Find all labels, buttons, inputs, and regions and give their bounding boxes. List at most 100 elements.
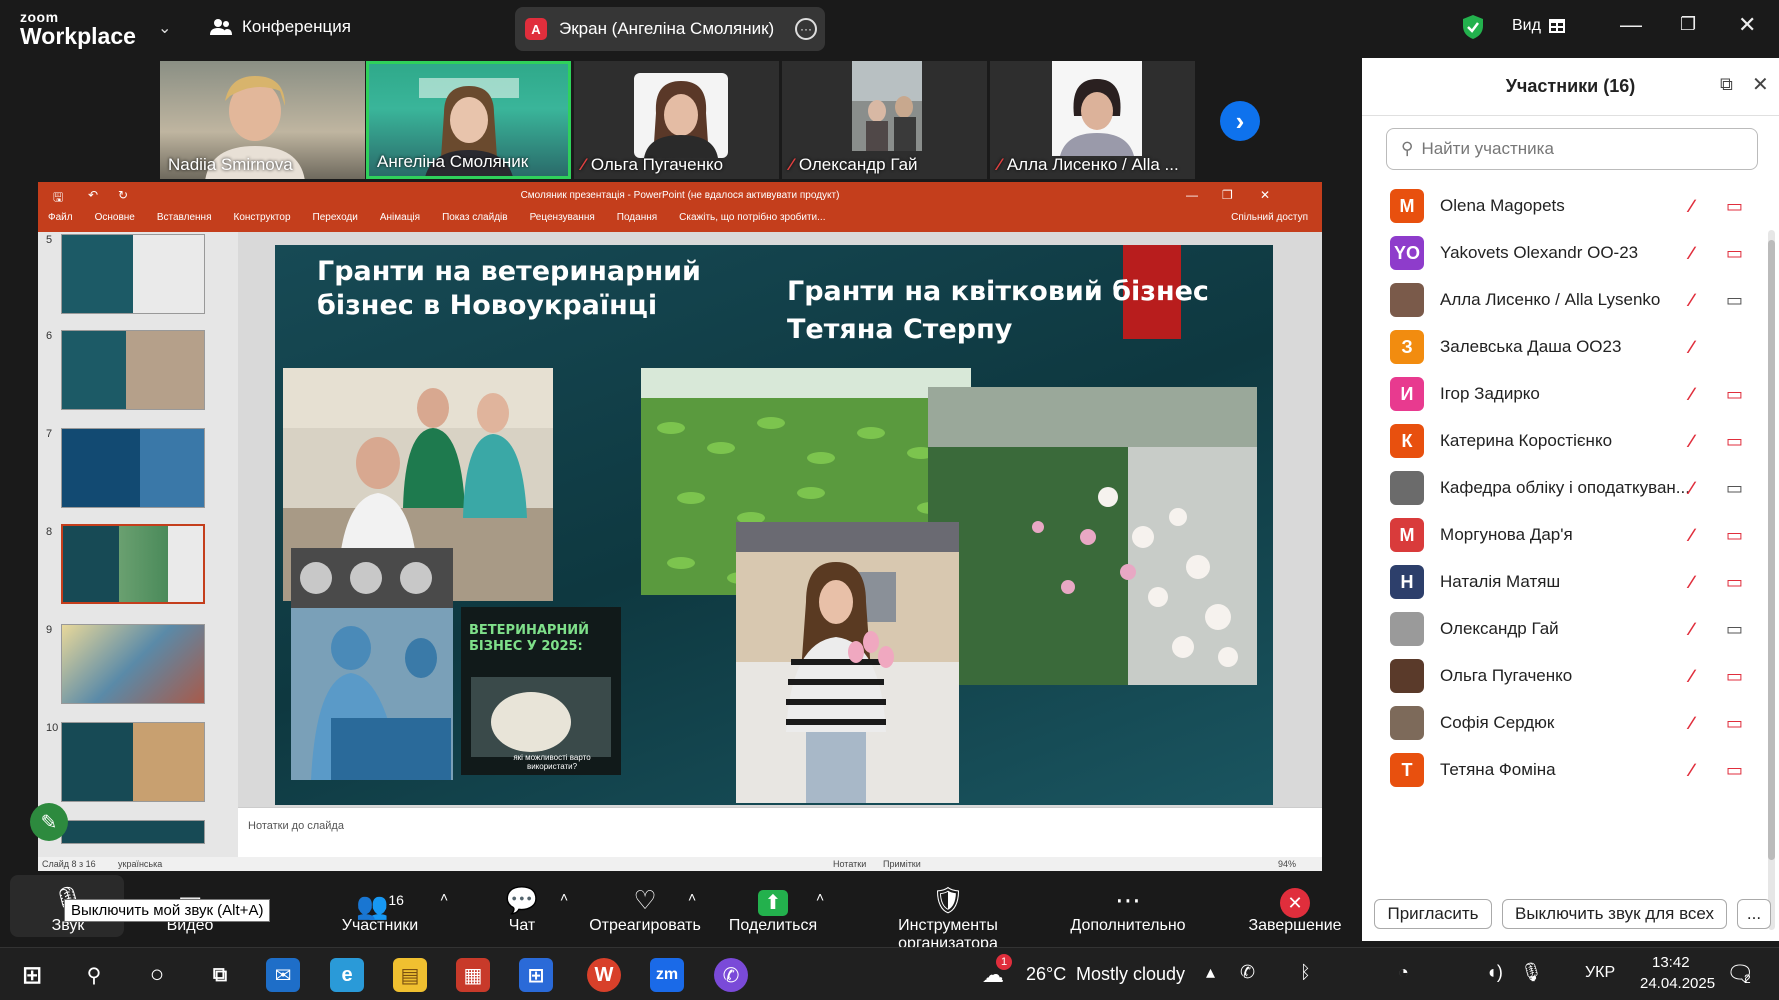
video-tile-active-speaker[interactable]: Ангеліна Смоляник	[366, 61, 571, 179]
camera-on-icon[interactable]: ▭	[1726, 478, 1743, 499]
mic-muted-icon[interactable]: ∕	[1690, 619, 1693, 640]
clock-date[interactable]: 24.04.2025	[1640, 975, 1715, 992]
edge-icon[interactable]: e	[330, 958, 364, 992]
close-icon[interactable]: ✕	[1738, 12, 1756, 38]
mic-muted-icon[interactable]: ∕	[1690, 243, 1693, 264]
tab-insert[interactable]: Вставлення	[157, 212, 212, 223]
slide-thumbnail[interactable]	[61, 820, 205, 844]
video-tile[interactable]: ⁄ Олександр Гай	[782, 61, 987, 179]
tab-animation[interactable]: Анімація	[380, 212, 420, 223]
chat-button[interactable]: 💬 Чат	[500, 883, 544, 935]
camera-off-icon[interactable]: ▭	[1726, 431, 1743, 452]
store-icon[interactable]: ⊞	[519, 958, 553, 992]
camera-on-icon[interactable]: ▭	[1726, 619, 1743, 640]
slide-thumbnail[interactable]	[61, 428, 205, 508]
volume-icon[interactable]: ◖)	[1486, 962, 1503, 983]
participant-row[interactable]: Кафедра обліку і оподаткуван... ∕ ▭	[1390, 468, 1750, 508]
participant-row[interactable]: Олександр Гай ∕ ▭	[1390, 609, 1750, 649]
notes-pane[interactable]: Нотатки до слайда	[238, 807, 1322, 857]
annotate-pen-button[interactable]: ✎	[30, 803, 68, 841]
viber-tray-icon[interactable]: ✆	[1240, 962, 1255, 983]
windows-start-icon[interactable]: ⊞	[15, 958, 49, 992]
slide-thumbnail[interactable]	[61, 624, 205, 704]
tab-design[interactable]: Конструктор	[234, 212, 291, 223]
viber-icon[interactable]: ✆	[714, 958, 748, 992]
participant-row[interactable]: YO Yakovets Olexandr OO-23 ∕ ▭	[1390, 233, 1750, 273]
participant-row[interactable]: И Ігор Задирко ∕ ▭	[1390, 374, 1750, 414]
slide-thumbnail[interactable]	[61, 330, 205, 410]
more-options-icon[interactable]: ···	[795, 18, 817, 40]
participant-row[interactable]: М Моргунова Дар'я ∕ ▭	[1390, 515, 1750, 555]
tab-slideshow[interactable]: Показ слайдів	[442, 212, 508, 223]
scrollbar-thumb[interactable]	[1768, 240, 1775, 860]
minimize-icon[interactable]: —	[1186, 188, 1198, 202]
bluetooth-icon[interactable]: ᛒ	[1300, 962, 1311, 983]
tab-home[interactable]: Основне	[95, 212, 135, 223]
close-icon[interactable]: ✕	[1260, 188, 1270, 202]
chevron-up-icon[interactable]: ˄	[816, 889, 824, 905]
mic-muted-icon[interactable]: ∕	[1690, 478, 1693, 499]
search-icon[interactable]: ⚲	[77, 958, 111, 992]
participants-button[interactable]: 👥16 Участники	[335, 883, 425, 935]
camera-off-icon[interactable]: ▭	[1726, 713, 1743, 734]
popout-icon[interactable]: ⧉	[1720, 74, 1733, 95]
video-tile[interactable]: ⁄ Алла Лисенко / Alla ...	[990, 61, 1195, 179]
participant-row[interactable]: Софія Сердюк ∕ ▭	[1390, 703, 1750, 743]
mic-muted-icon[interactable]: ∕	[1690, 713, 1693, 734]
ppt-share-button[interactable]: Спільний доступ	[1231, 212, 1308, 223]
slide-thumbnail[interactable]	[61, 234, 205, 314]
participant-row[interactable]: З Залевська Даша ОО23 ∕	[1390, 327, 1750, 367]
end-meeting-button[interactable]: ✕ Завершение	[1248, 883, 1342, 935]
file-explorer-icon[interactable]: ▤	[393, 958, 427, 992]
tab-file[interactable]: Файл	[48, 212, 73, 223]
task-view-icon[interactable]: ⧉	[203, 958, 237, 992]
participant-row[interactable]: К Катерина Коростієнко ∕ ▭	[1390, 421, 1750, 461]
participant-search-input[interactable]: ⚲ Найти участника	[1386, 128, 1758, 170]
host-tools-button[interactable]: 🛡 Инструменты организатора	[848, 883, 1048, 953]
minimize-icon[interactable]: —	[1620, 12, 1642, 38]
mic-muted-icon[interactable]: ∕	[1690, 290, 1693, 311]
mute-all-button[interactable]: Выключить звук для всех	[1502, 899, 1727, 929]
conference-menu[interactable]: Конференция	[210, 17, 351, 37]
camera-off-icon[interactable]: ▭	[1726, 243, 1743, 264]
mic-muted-icon[interactable]: ∕	[1690, 384, 1693, 405]
more-button[interactable]: ⋯ Дополнительно	[1068, 883, 1188, 935]
camera-off-icon[interactable]: ▭	[1726, 760, 1743, 781]
mail-icon[interactable]: ✉	[266, 958, 300, 992]
slide-thumbnail[interactable]	[61, 722, 205, 802]
zoom-level[interactable]: 94%	[1278, 859, 1296, 869]
chevron-up-icon[interactable]: ˄	[440, 889, 448, 905]
mic-muted-icon[interactable]: ∕	[1690, 572, 1693, 593]
clock-time[interactable]: 13:42	[1652, 954, 1690, 971]
camera-off-icon[interactable]: ▭	[1726, 572, 1743, 593]
winrar-icon[interactable]: ▦	[456, 958, 490, 992]
cortana-icon[interactable]: ○	[140, 958, 174, 992]
screen-share-pill[interactable]: А Экран (Ангеліна Смоляник) ···	[515, 7, 825, 51]
tell-me-search[interactable]: Скажіть, що потрібно зробити...	[679, 212, 825, 223]
scrollbar[interactable]	[1768, 230, 1775, 930]
wifi-icon[interactable]: ◔	[1398, 962, 1409, 983]
slide-thumbnail-selected[interactable]	[61, 524, 205, 604]
chevron-up-icon[interactable]: ˄	[560, 889, 568, 905]
zoom-app-icon[interactable]: zm	[650, 958, 684, 992]
share-screen-button[interactable]: ⬆ Поделиться	[728, 883, 818, 935]
tab-view[interactable]: Подання	[617, 212, 657, 223]
tab-review[interactable]: Рецензування	[530, 212, 595, 223]
language-indicator[interactable]: УКР	[1585, 964, 1615, 982]
view-button[interactable]: Вид	[1512, 17, 1565, 35]
mic-muted-icon[interactable]: ∕	[1690, 760, 1693, 781]
mic-muted-icon[interactable]: ∕	[1690, 666, 1693, 687]
notes-toggle[interactable]: Нотатки	[833, 859, 866, 869]
video-tile[interactable]: Nadiia Smirnova	[160, 61, 365, 179]
slide-edit-area[interactable]: Гранти на ветеринарний бізнес в Новоукра…	[238, 232, 1322, 807]
mic-muted-icon[interactable]: ∕	[1690, 196, 1693, 217]
next-page-button[interactable]: ›	[1220, 101, 1260, 141]
close-icon[interactable]: ✕	[1752, 72, 1769, 97]
video-tile[interactable]: ⁄ Ольга Пугаченко	[574, 61, 779, 179]
tab-transitions[interactable]: Переходи	[313, 212, 358, 223]
chevron-down-icon[interactable]: ⌄	[158, 18, 171, 38]
camera-off-icon[interactable]: ▭	[1726, 384, 1743, 405]
participant-row[interactable]: M Olena Magopets ∕ ▭	[1390, 186, 1750, 226]
mic-muted-icon[interactable]: ∕	[1690, 337, 1693, 358]
current-slide[interactable]: Гранти на ветеринарний бізнес в Новоукра…	[275, 245, 1273, 805]
